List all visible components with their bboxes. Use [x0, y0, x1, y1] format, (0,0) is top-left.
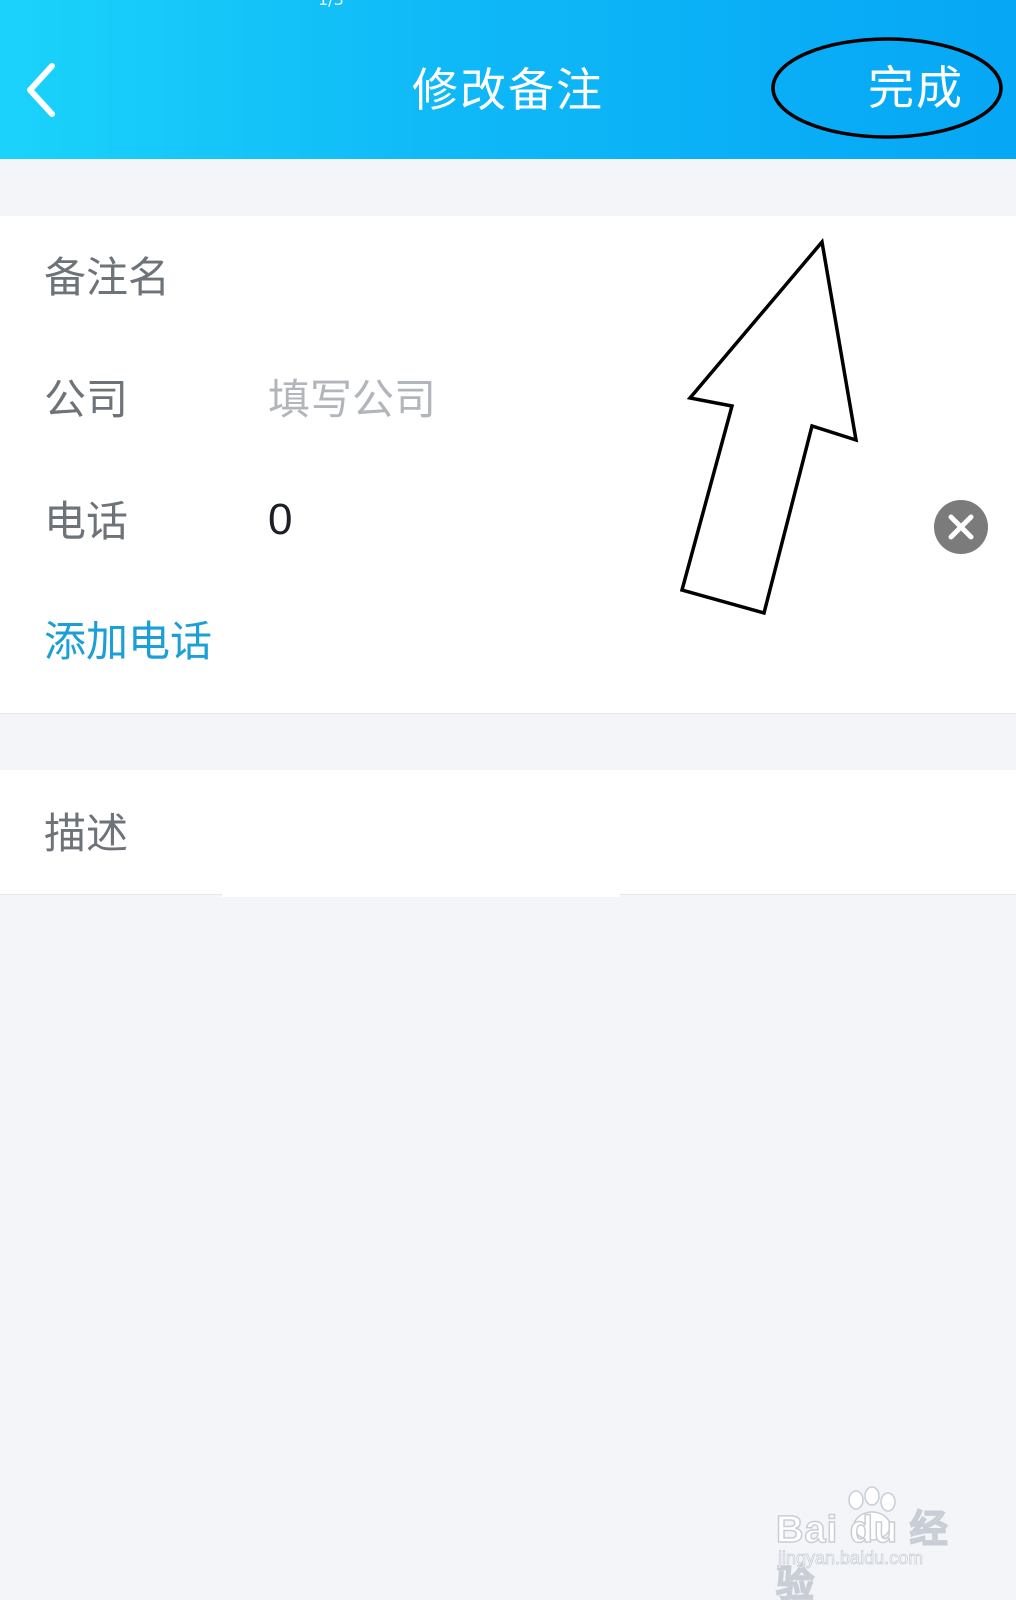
status-bar-fragment: 1/3 — [318, 0, 344, 9]
phone-input[interactable]: 0 — [268, 492, 292, 548]
remark-name-field[interactable] — [250, 236, 910, 326]
clear-circle-icon — [934, 500, 988, 554]
company-label: 公司 — [44, 375, 129, 424]
remark-form-card: 备注名 公司 填写公司 电话 0 添加电话 — [0, 216, 1016, 714]
nav-header: 1/3 修改备注 完成 — [0, 0, 1016, 159]
watermark: Bai du 经验 jingyan.baidu.com — [775, 1486, 976, 1600]
description-card[interactable]: 描述 — [0, 770, 1016, 895]
done-button[interactable]: 完成 — [868, 58, 964, 118]
remark-name-label: 备注名 — [44, 253, 171, 302]
watermark-url: jingyan.baidu.com — [778, 1548, 924, 1569]
description-label: 描述 — [44, 809, 129, 858]
phone-label: 电话 — [44, 497, 129, 546]
description-card-edge — [222, 885, 620, 897]
company-input[interactable]: 填写公司 — [268, 372, 436, 428]
add-phone-link[interactable]: 添加电话 — [44, 614, 212, 670]
page-title: 修改备注 — [412, 63, 604, 117]
clear-phone-button[interactable] — [934, 500, 988, 554]
